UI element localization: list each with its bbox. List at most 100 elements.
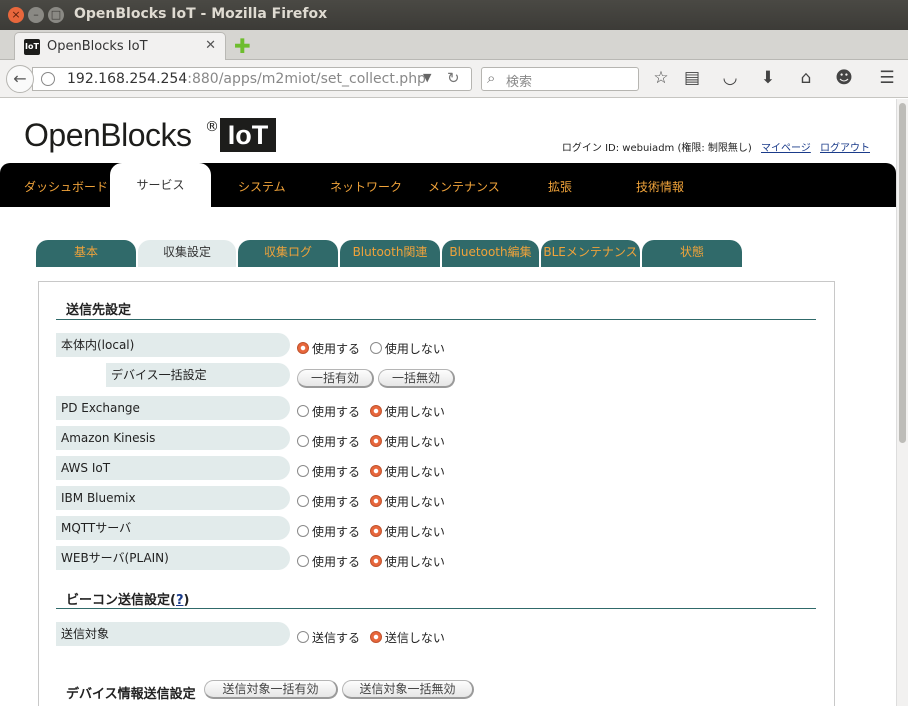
url-dropdown-icon[interactable]: ▼ [423, 71, 431, 84]
login-id-text: ログイン ID: webuiadm (権限: 制限無し) [561, 143, 752, 154]
url-bar[interactable]: 192.168.254.254:880/apps/m2miot/set_coll… [32, 67, 472, 91]
reload-icon[interactable]: ↻ [447, 69, 460, 87]
radio-group-mqtt: 使用する 使用しない [297, 523, 451, 540]
beacon-title-text: ビーコン送信設定 [66, 593, 171, 608]
radio-label: 使用する [312, 342, 361, 356]
new-tab-icon[interactable]: ✚ [234, 34, 251, 58]
tab-ble-maintenance[interactable]: BLEメンテナンス [541, 240, 640, 267]
radio-send-target-nosend[interactable] [369, 631, 382, 643]
tab-collect-settings[interactable]: 収集設定 [138, 240, 236, 267]
row-label-pd-exchange: PD Exchange [56, 396, 290, 420]
radio-kinesis-nouse[interactable] [369, 435, 382, 447]
pocket-icon[interactable]: ◡ [719, 68, 741, 88]
logo-iot-badge: IoT [220, 118, 276, 152]
help-paren-close: ) [183, 593, 190, 608]
search-icon: ⌕ [487, 69, 496, 87]
mypage-link[interactable]: マイページ [761, 143, 811, 154]
radio-group-pd-exchange: 使用する 使用しない [297, 403, 451, 420]
row-label-local: 本体内(local) [56, 333, 290, 357]
radio-label: 使用する [312, 495, 361, 509]
tab-close-icon[interactable]: ✕ [205, 38, 216, 53]
nav-system[interactable]: システム [238, 178, 286, 195]
device-bulk-text: デバイス一括設定 [111, 368, 207, 382]
send-target-enable-button[interactable]: 送信対象一括有効 [204, 680, 338, 699]
radio-kinesis-use[interactable] [297, 435, 309, 447]
radio-group-send-target: 送信する 送信しない [297, 629, 451, 646]
window-titlebar: × – □ OpenBlocks IoT - Mozilla Firefox [0, 0, 908, 30]
tab-title: OpenBlocks IoT [47, 39, 148, 54]
row-label-aws-iot: AWS IoT [56, 456, 290, 480]
back-arrow-icon: ← [13, 69, 27, 88]
radio-group-kinesis: 使用する 使用しない [297, 433, 451, 450]
radio-group-web-server: 使用する 使用しない [297, 553, 451, 570]
radio-web-server-use[interactable] [297, 555, 309, 567]
radio-group-ibm-bluemix: 使用する 使用しない [297, 493, 451, 510]
bookmark-star-icon[interactable]: ☆ [650, 68, 672, 88]
download-icon[interactable]: ⬇ [757, 68, 779, 88]
logout-link[interactable]: ログアウト [820, 143, 870, 154]
help-link[interactable]: ? [176, 593, 184, 608]
radio-send-target-send[interactable] [297, 631, 309, 643]
section-divider [56, 319, 816, 320]
nav-tech-info[interactable]: 技術情報 [636, 178, 684, 195]
row-label-ibm-bluemix: IBM Bluemix [56, 486, 290, 510]
row-label-web-server: WEBサーバ(PLAIN) [56, 546, 290, 570]
radio-ibm-bluemix-use[interactable] [297, 495, 309, 507]
scrollbar-thumb[interactable] [899, 103, 906, 443]
radio-local-nouse[interactable] [369, 342, 382, 354]
radio-label: 使用する [312, 435, 361, 449]
section-title-destination: 送信先設定 [66, 303, 132, 318]
nav-network[interactable]: ネットワーク [330, 178, 402, 195]
bulk-disable-button[interactable]: 一括無効 [378, 369, 455, 388]
row-label-device-bulk: デバイス一括設定 [106, 363, 290, 387]
radio-aws-iot-nouse[interactable] [369, 465, 382, 477]
window-close-button[interactable]: × [8, 7, 24, 23]
radio-web-server-nouse[interactable] [369, 555, 382, 567]
tab-basic[interactable]: 基本 [36, 240, 136, 267]
radio-mqtt-nouse[interactable] [369, 525, 382, 537]
radio-label: 使用する [312, 465, 361, 479]
nav-service[interactable]: サービス [110, 163, 211, 207]
window-title: OpenBlocks IoT - Mozilla Firefox [74, 6, 328, 22]
search-input[interactable]: ⌕ 検索 [481, 67, 639, 91]
hello-icon[interactable]: ☻ [833, 68, 855, 88]
nav-extension[interactable]: 拡張 [548, 178, 572, 195]
globe-icon [41, 72, 55, 86]
window-minimize-button[interactable]: – [28, 7, 44, 23]
bulk-enable-button[interactable]: 一括有効 [297, 369, 374, 388]
reading-list-icon[interactable]: ▤ [681, 68, 703, 88]
radio-pd-exchange-use[interactable] [297, 405, 309, 417]
nav-dashboard[interactable]: ダッシュボード [24, 178, 108, 195]
radio-pd-exchange-nouse[interactable] [369, 405, 382, 417]
tab-bluetooth-related[interactable]: Blutooth関連 [340, 240, 440, 267]
tab-collect-log[interactable]: 収集ログ [238, 240, 338, 267]
menu-icon[interactable]: ☰ [876, 68, 898, 88]
window-maximize-button[interactable]: □ [48, 7, 64, 23]
radio-label: 使用しない [384, 405, 445, 419]
browser-navbar: 192.168.254.254:880/apps/m2miot/set_coll… [0, 60, 908, 98]
tab-status[interactable]: 状態 [642, 240, 742, 267]
radio-label: 使用しない [384, 555, 445, 569]
search-placeholder: 検索 [506, 75, 533, 90]
nav-maintenance[interactable]: メンテナンス [428, 178, 500, 195]
home-icon[interactable]: ⌂ [795, 68, 817, 88]
row-label-mqtt: MQTTサーバ [56, 516, 290, 540]
logo-registered: ® [205, 119, 219, 135]
browser-tab[interactable]: IoT OpenBlocks IoT ✕ [14, 32, 226, 60]
row-label-send-target: 送信対象 [56, 622, 290, 646]
section-divider [56, 608, 816, 609]
radio-label: 使用する [312, 405, 361, 419]
url-path: :880/apps/m2miot/set_collect.php [187, 71, 426, 87]
back-button[interactable]: ← [6, 65, 34, 93]
radio-label: 使用する [312, 555, 361, 569]
radio-aws-iot-use[interactable] [297, 465, 309, 477]
radio-label: 使用しない [384, 465, 445, 479]
radio-mqtt-use[interactable] [297, 525, 309, 537]
favicon-icon: IoT [24, 39, 40, 55]
radio-local-use[interactable] [297, 342, 309, 354]
tab-bluetooth-edit[interactable]: Bluetooth編集 [442, 240, 539, 267]
radio-ibm-bluemix-nouse[interactable] [369, 495, 382, 507]
main-nav: ダッシュボード サービス システム ネットワーク メンテナンス 拡張 技術情報 [0, 163, 896, 207]
page-scrollbar[interactable] [896, 99, 908, 706]
send-target-disable-button[interactable]: 送信対象一括無効 [342, 680, 474, 699]
